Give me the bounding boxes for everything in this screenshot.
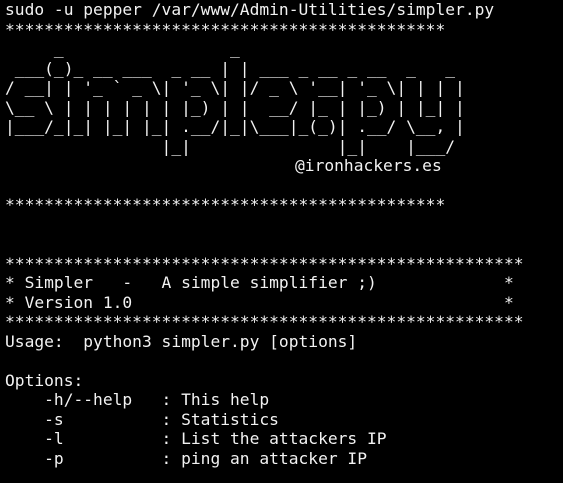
box-title-row: * Simpler - A simple simplifier ;) *	[5, 273, 514, 292]
logo-line-2: ___(_)_ __ ___ _ __ | | ___ _ __ _ __ _ …	[5, 58, 456, 78]
command-line: sudo -u pepper /var/www/Admin-Utilities/…	[5, 0, 495, 19]
logo-line-6: |_| |_| |___/	[5, 136, 456, 156]
terminal-window[interactable]: sudo -u pepper /var/www/Admin-Utilities/…	[0, 0, 563, 483]
logo-line-1: _ _	[5, 39, 240, 58]
logo-line-4: \__ \ | | | | | | |_) | | __/ |_ | |_) |…	[5, 97, 465, 117]
usage-line: Usage: python3 simpler.py [options]	[5, 331, 358, 351]
option-ping: -p : ping an attacker IP	[5, 448, 367, 468]
credit-text: @ironhackers.es	[295, 156, 442, 175]
separator-top: ****************************************…	[5, 19, 446, 39]
option-list-ips: -l : List the attackers IP	[5, 429, 387, 448]
options-header: Options:	[5, 370, 84, 390]
separator-after-logo: ****************************************…	[5, 195, 446, 214]
box-top-border: ****************************************…	[5, 253, 524, 273]
box-bottom-border: ****************************************…	[5, 312, 524, 331]
logo-line-5: |___/_|_| |_| |_| .__/|_|\___|_(_)| .__/…	[5, 117, 465, 136]
option-help: -h/--help : This help	[5, 390, 270, 409]
logo-line-3: / __| | '_ ` _ \| '_ \| |/ _ \ '__| '_ \…	[5, 78, 465, 97]
option-statistics: -s : Statistics	[5, 409, 279, 429]
box-version-row: * Version 1.0 *	[5, 292, 514, 312]
